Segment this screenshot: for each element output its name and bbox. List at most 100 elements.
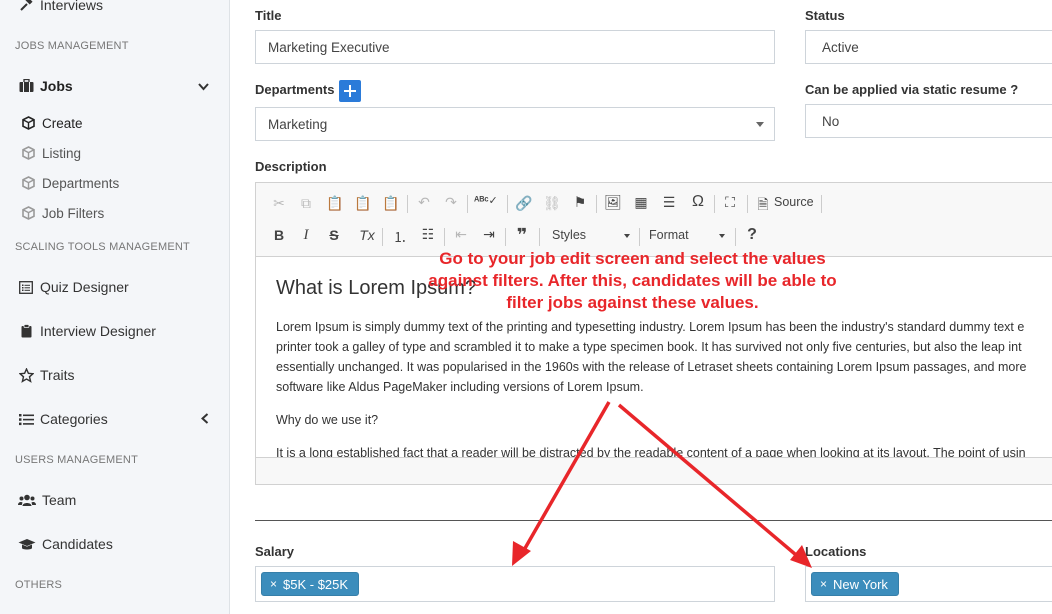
section-heading-jobs-management: JOBS MANAGEMENT xyxy=(15,40,129,52)
toolbar-separator xyxy=(467,195,468,213)
sidebar-item-label: Job Filters xyxy=(42,205,105,221)
paste-text-icon[interactable]: 📋 xyxy=(353,195,373,212)
sidebar-item-departments[interactable]: Departments xyxy=(20,175,119,191)
toolbar-separator xyxy=(821,195,822,213)
remove-tag-icon[interactable]: × xyxy=(270,577,277,591)
sidebar-item-quiz-designer[interactable]: Quiz Designer xyxy=(18,279,129,295)
cube-icon xyxy=(20,145,36,161)
title-input[interactable]: Marketing Executive xyxy=(255,30,775,64)
undo-icon[interactable]: ↶ xyxy=(414,194,434,211)
annotation-line: Go to your job edit screen and select th… xyxy=(439,249,826,268)
departments-select[interactable]: Marketing xyxy=(255,107,775,141)
status-select-value: Active xyxy=(822,39,859,55)
location-tag[interactable]: × New York xyxy=(811,572,899,596)
cube-icon xyxy=(20,115,36,131)
sidebar-item-interview-designer[interactable]: Interview Designer xyxy=(18,323,156,339)
outdent-icon[interactable]: ⇤ xyxy=(451,226,471,243)
status-select[interactable]: Active xyxy=(805,30,1052,64)
toolbar-separator xyxy=(382,228,383,246)
toolbar-separator xyxy=(714,195,715,213)
locations-label: Locations xyxy=(805,544,867,559)
annotation-line: against filters. After this, candidates … xyxy=(428,271,837,290)
list-alt-icon xyxy=(18,279,34,295)
add-department-button[interactable] xyxy=(339,80,361,102)
redo-icon[interactable]: ↷ xyxy=(441,194,461,211)
star-icon xyxy=(18,367,34,383)
toolbar-separator xyxy=(539,228,540,246)
special-char-icon[interactable]: Ω xyxy=(688,193,708,211)
title-input-value: Marketing Executive xyxy=(268,39,390,55)
copy-icon[interactable]: ⧉ xyxy=(296,195,316,212)
paste-icon[interactable]: 📋 xyxy=(325,195,345,212)
remove-format-icon[interactable]: Tx xyxy=(357,227,377,243)
section-divider xyxy=(255,520,1052,521)
table-icon[interactable]: ▦ xyxy=(631,194,651,211)
editor-toolbar: ✂ ⧉ 📋 📋 📋 ↶ ↷ ᴬᴮᶜ✓ 🔗 ⛓ ⚑ 🖼 ▦ ☰ Ω ⛶ 🗎 Sou… xyxy=(256,183,1052,257)
unlink-icon[interactable]: ⛓ xyxy=(542,195,562,212)
sidebar-item-label: Create xyxy=(42,115,83,131)
remove-tag-icon[interactable]: × xyxy=(820,577,827,591)
toolbar-separator xyxy=(639,228,640,246)
caret-down-icon xyxy=(624,234,630,238)
sidebar-item-label: Departments xyxy=(42,175,120,191)
horizontal-line-icon[interactable]: ☰ xyxy=(659,194,679,211)
sidebar-item-candidates[interactable]: Candidates xyxy=(18,536,113,552)
link-icon[interactable]: 🔗 xyxy=(514,195,534,212)
annotation-line: filter jobs against these values. xyxy=(506,293,759,312)
cut-icon[interactable]: ✂ xyxy=(269,195,289,212)
toolbar-separator xyxy=(747,195,748,213)
format-dropdown[interactable]: Format xyxy=(649,228,725,242)
maximize-icon[interactable]: ⛶ xyxy=(720,194,740,211)
instruction-annotation: Go to your job edit screen and select th… xyxy=(400,248,865,314)
status-label: Status xyxy=(805,8,845,23)
sidebar-item-listing[interactable]: Listing xyxy=(20,145,81,161)
styles-dropdown[interactable]: Styles xyxy=(552,228,630,242)
bold-icon[interactable]: B xyxy=(269,227,289,243)
sidebar-item-categories[interactable]: Categories xyxy=(18,411,108,427)
arrowhead-icon xyxy=(512,541,531,566)
bulleted-list-icon[interactable]: ☷ xyxy=(418,226,438,243)
source-button[interactable]: Source xyxy=(774,195,814,209)
sidebar-item-label: Interviews xyxy=(40,0,104,13)
sidebar-item-label: Jobs xyxy=(40,78,73,94)
content-paragraph-line: software like Aldus PageMaker including … xyxy=(276,380,644,394)
departments-select-value: Marketing xyxy=(268,116,328,132)
sidebar-item-jobs[interactable]: Jobs xyxy=(18,78,73,94)
location-tag-label: New York xyxy=(833,576,888,592)
sidebar-item-job-filters[interactable]: Job Filters xyxy=(20,205,104,221)
blockquote-icon[interactable]: ❞ xyxy=(512,225,532,246)
toolbar-separator xyxy=(596,195,597,213)
users-icon xyxy=(18,492,36,508)
chevron-down-icon[interactable] xyxy=(198,80,209,94)
cube-icon xyxy=(20,175,36,191)
toolbar-separator xyxy=(407,195,408,213)
sidebar-item-label: Candidates xyxy=(42,536,113,552)
content-paragraph-line: Lorem Ipsum is simply dummy text of the … xyxy=(276,320,1025,334)
locations-multiselect[interactable]: × New York xyxy=(805,566,1052,602)
help-icon[interactable]: ? xyxy=(742,226,762,244)
indent-icon[interactable]: ⇥ xyxy=(479,226,499,243)
image-icon[interactable]: 🖼 xyxy=(603,194,623,211)
chevron-left-icon[interactable] xyxy=(201,413,209,427)
source-icon[interactable]: 🗎 xyxy=(753,194,773,218)
sidebar: Interviews JOBS MANAGEMENT Jobs Create L… xyxy=(0,0,230,614)
sidebar-item-create[interactable]: Create xyxy=(20,115,83,131)
sidebar-item-traits[interactable]: Traits xyxy=(18,367,74,383)
content-paragraph: Why do we use it? xyxy=(276,413,379,427)
salary-multiselect[interactable]: × $5K - $25K xyxy=(255,566,775,602)
sidebar-item-team[interactable]: Team xyxy=(18,492,76,508)
spellcheck-icon[interactable]: ᴬᴮᶜ✓ xyxy=(474,194,498,207)
anchor-flag-icon[interactable]: ⚑ xyxy=(570,194,590,211)
title-label: Title xyxy=(255,8,282,23)
italic-icon[interactable]: I xyxy=(296,227,316,244)
toolbar-separator xyxy=(735,228,736,246)
sidebar-item-interviews[interactable]: Interviews xyxy=(18,0,103,13)
numbered-list-icon[interactable]: ⒈ xyxy=(390,227,410,247)
gavel-icon xyxy=(18,0,34,13)
static-resume-select-value: No xyxy=(822,113,840,129)
paste-word-icon[interactable]: 📋 xyxy=(381,195,401,212)
strikethrough-icon[interactable]: S xyxy=(324,227,344,243)
static-resume-select[interactable]: No xyxy=(805,104,1052,138)
rich-text-editor: ✂ ⧉ 📋 📋 📋 ↶ ↷ ᴬᴮᶜ✓ 🔗 ⛓ ⚑ 🖼 ▦ ☰ Ω ⛶ 🗎 Sou… xyxy=(255,182,1052,485)
salary-tag[interactable]: × $5K - $25K xyxy=(261,572,360,596)
